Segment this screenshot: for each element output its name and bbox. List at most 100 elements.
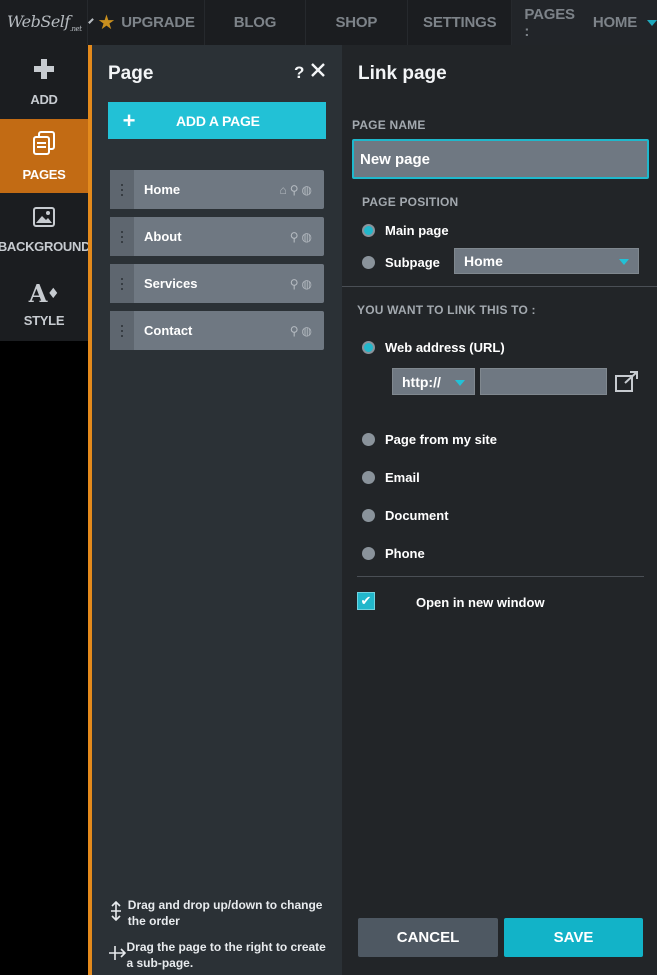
home-icon: ⌂ xyxy=(279,182,287,197)
chevron-down-icon xyxy=(455,379,465,386)
nav-blog[interactable]: BLOG xyxy=(205,0,306,45)
link-to-label: YOU WANT TO LINK THIS TO : xyxy=(357,303,536,317)
page-position-label: PAGE POSITION xyxy=(362,195,459,209)
link-page-panel: Link page PAGE NAME PAGE POSITION Main p… xyxy=(342,45,657,975)
move-vertical-icon xyxy=(108,900,128,926)
hint-reorder: Drag and drop up/down to change the orde… xyxy=(108,897,334,929)
rail-item-background[interactable]: BACKGROUND xyxy=(0,193,90,267)
move-horizontal-icon xyxy=(108,943,127,968)
radio-label: Main page xyxy=(385,223,449,238)
pages-icon xyxy=(33,130,55,161)
drag-handle-icon[interactable] xyxy=(110,311,134,350)
radio-web-address[interactable]: Web address (URL) xyxy=(362,340,505,355)
protocol-select[interactable]: http:// xyxy=(392,368,475,395)
chevron-down-icon xyxy=(619,259,629,265)
check-icon: ✔ xyxy=(360,593,372,608)
page-item-home[interactable]: Home ⌂ ⚲ ◍ xyxy=(110,170,324,209)
hint-text: Drag the page to the right to create a s… xyxy=(126,940,326,970)
globe-icon[interactable]: ◍ xyxy=(302,230,312,244)
radio-label: Subpage xyxy=(385,255,440,270)
nav-shop-label: SHOP xyxy=(335,14,378,31)
globe-icon[interactable]: ◍ xyxy=(302,183,312,197)
radio-icon xyxy=(362,509,375,522)
panel-title: Link page xyxy=(358,63,447,84)
drag-handle-icon[interactable] xyxy=(110,217,134,256)
logo-menu[interactable]: WebSelf.net xyxy=(0,0,94,45)
star-icon: ★ xyxy=(97,12,116,34)
close-icon[interactable] xyxy=(310,60,326,82)
help-icon[interactable]: ? xyxy=(294,63,304,83)
rail-item-style[interactable]: A♦ STYLE xyxy=(0,267,88,341)
radio-page-from-site[interactable]: Page from my site xyxy=(362,432,497,447)
url-input[interactable] xyxy=(480,368,607,395)
page-item-about[interactable]: About ⚲ ◍ xyxy=(110,217,324,256)
image-icon xyxy=(33,206,55,233)
search-icon[interactable]: ⚲ xyxy=(290,277,299,291)
left-rail: ADD PAGES BACKGROUND A♦ STYLE xyxy=(0,45,90,341)
page-list: Home ⌂ ⚲ ◍ About ⚲ ◍ Services ⚲ ◍ Contac… xyxy=(110,170,324,358)
rail-item-label: STYLE xyxy=(23,312,65,328)
plus-icon: + xyxy=(122,107,136,133)
radio-icon xyxy=(362,471,375,484)
page-item-contact[interactable]: Contact ⚲ ◍ xyxy=(110,311,324,350)
search-icon[interactable]: ⚲ xyxy=(290,230,299,244)
pages-dropdown[interactable]: PAGES : HOME xyxy=(512,0,657,45)
globe-icon[interactable]: ◍ xyxy=(302,277,312,291)
nav-settings[interactable]: SETTINGS xyxy=(408,0,513,45)
upgrade-button[interactable]: ★ UPGRADE xyxy=(88,0,206,45)
cancel-button[interactable]: CANCEL xyxy=(358,918,498,957)
search-icon[interactable]: ⚲ xyxy=(290,183,299,197)
globe-icon[interactable]: ◍ xyxy=(302,324,312,338)
radio-subpage[interactable]: Subpage xyxy=(362,255,440,270)
nav-blog-label: BLOG xyxy=(233,14,277,31)
radio-icon xyxy=(362,256,375,269)
open-new-window-checkbox[interactable]: ✔ xyxy=(357,592,375,610)
current-page-label: HOME xyxy=(592,14,638,31)
pages-panel: Page ? + ADD A PAGE Home ⌂ ⚲ ◍ About ⚲ ◍ xyxy=(92,45,342,975)
select-value: Home xyxy=(464,253,503,269)
rail-item-add[interactable]: ADD xyxy=(0,45,88,119)
rail-item-pages[interactable]: PAGES xyxy=(0,119,88,193)
radio-label: Document xyxy=(385,508,449,523)
save-button[interactable]: SAVE xyxy=(504,918,643,957)
radio-email[interactable]: Email xyxy=(362,470,420,485)
page-name-label: PAGE NAME xyxy=(352,118,426,132)
subpage-parent-select[interactable]: Home xyxy=(454,248,639,274)
select-value: http:// xyxy=(402,373,441,390)
upgrade-label: UPGRADE xyxy=(121,14,195,31)
divider xyxy=(357,576,644,577)
open-new-window-label: Open in new window xyxy=(416,595,545,610)
radio-icon xyxy=(362,547,375,560)
logo: WebSelf.net xyxy=(7,11,82,34)
page-item-label: Home xyxy=(144,182,181,197)
radio-label: Page from my site xyxy=(385,432,497,447)
radio-label: Email xyxy=(385,470,420,485)
page-item-services[interactable]: Services ⚲ ◍ xyxy=(110,264,324,303)
nav-settings-label: SETTINGS xyxy=(423,14,497,31)
external-link-icon[interactable] xyxy=(614,370,640,394)
radio-selected-icon xyxy=(362,224,375,237)
add-page-button[interactable]: + ADD A PAGE xyxy=(108,102,326,139)
chevron-down-icon xyxy=(647,19,657,26)
page-name-input[interactable] xyxy=(352,139,649,179)
radio-icon xyxy=(362,433,375,446)
drag-handle-icon[interactable] xyxy=(110,264,134,303)
top-bar: WebSelf.net ★ UPGRADE BLOG SHOP SETTINGS… xyxy=(0,0,657,45)
pages-label: PAGES : xyxy=(524,5,575,40)
plus-icon xyxy=(33,58,55,86)
page-item-label: Services xyxy=(144,276,198,291)
rail-item-label: PAGES xyxy=(22,166,66,182)
hint-text: Drag and drop up/down to change the orde… xyxy=(127,898,323,928)
page-item-label: Contact xyxy=(144,323,193,338)
drag-handle-icon[interactable] xyxy=(110,170,134,209)
style-icon: A♦ xyxy=(28,278,60,308)
nav-shop[interactable]: SHOP xyxy=(306,0,409,45)
page-item-label: About xyxy=(144,229,182,244)
radio-main-page[interactable]: Main page xyxy=(362,223,449,238)
radio-selected-icon xyxy=(362,341,375,354)
radio-document[interactable]: Document xyxy=(362,508,449,523)
radio-phone[interactable]: Phone xyxy=(362,546,425,561)
divider xyxy=(342,286,657,287)
drag-hints: Drag and drop up/down to change the orde… xyxy=(108,897,334,975)
search-icon[interactable]: ⚲ xyxy=(290,324,299,338)
